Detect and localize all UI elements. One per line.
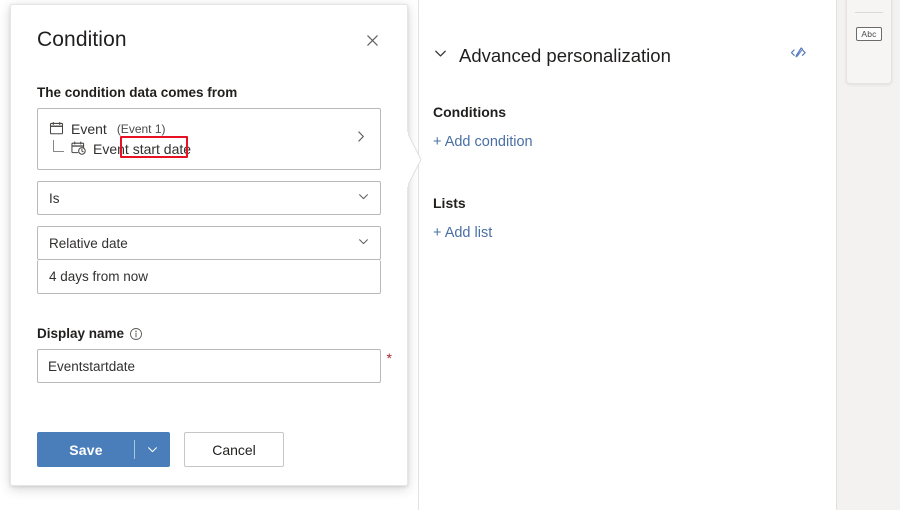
cancel-button[interactable]: Cancel [184,432,284,467]
display-name-label-row: Display name [37,326,381,341]
save-button[interactable]: Save [37,432,170,467]
callout-beak [407,132,423,188]
operator-select-value: Is [49,191,60,206]
add-list-link[interactable]: + Add list [433,225,492,241]
advanced-personalization-title: Advanced personalization [459,45,671,67]
advanced-header-left: Advanced personalization [433,45,671,67]
tree-elbow-connector [53,140,64,152]
relative-value-field[interactable]: 4 days from now [37,260,381,294]
right-toolbar: Abc [846,0,892,84]
condition-dialog-header: Condition [37,5,381,53]
value-type-select[interactable]: Relative date [37,226,381,260]
conditions-heading: Conditions [433,104,808,120]
close-icon[interactable] [359,27,385,53]
chevron-down-icon[interactable] [357,235,370,251]
page-title: Condition [37,29,127,50]
source-parent-row: Event (Event 1) [49,121,346,138]
source-parent-qualifier: (Event 1) [114,122,169,136]
advanced-personalization-header: Advanced personalization [433,44,808,68]
toolbar-divider [855,12,883,13]
source-child-row: Event start date [49,140,346,158]
source-field-label: The condition data comes from [37,85,381,100]
condition-dialog-footer: Save Cancel [37,432,381,467]
condition-dialog: Condition The condition data comes from [10,4,408,486]
save-button-label: Save [38,433,134,466]
add-condition-link[interactable]: + Add condition [433,134,533,150]
required-marker: * [387,351,392,365]
value-type-select-value: Relative date [49,236,128,251]
operator-select[interactable]: Is [37,181,381,215]
source-child-name: Event start date [93,142,191,156]
text-box-icon[interactable]: Abc [846,17,892,51]
source-parent-name: Event [71,122,107,136]
chevron-down-icon[interactable] [433,46,448,66]
app-root: Advanced personalization Conditions + Ad… [0,0,900,510]
relative-value-text: 4 days from now [49,269,148,284]
lists-heading: Lists [433,195,808,211]
calendar-icon [49,121,64,138]
display-name-input[interactable] [37,349,381,383]
display-name-input-wrap: * [37,349,381,383]
chevron-down-icon[interactable] [135,433,169,466]
calendar-clock-icon [71,140,87,158]
text-box-icon-label: Abc [856,27,881,42]
advanced-personalization-section: Advanced personalization Conditions + Ad… [419,0,836,510]
condition-source-picker[interactable]: Event (Event 1) Event start [37,108,381,170]
chevron-down-icon[interactable] [357,190,370,206]
code-edit-icon[interactable] [789,44,808,68]
info-icon[interactable] [129,327,143,341]
display-name-label: Display name [37,326,124,341]
condition-dialog-body: Condition The condition data comes from [11,5,407,485]
diamond-shape-icon[interactable] [846,0,892,9]
chevron-right-icon[interactable] [354,130,368,149]
panel-divider-right [836,0,837,510]
